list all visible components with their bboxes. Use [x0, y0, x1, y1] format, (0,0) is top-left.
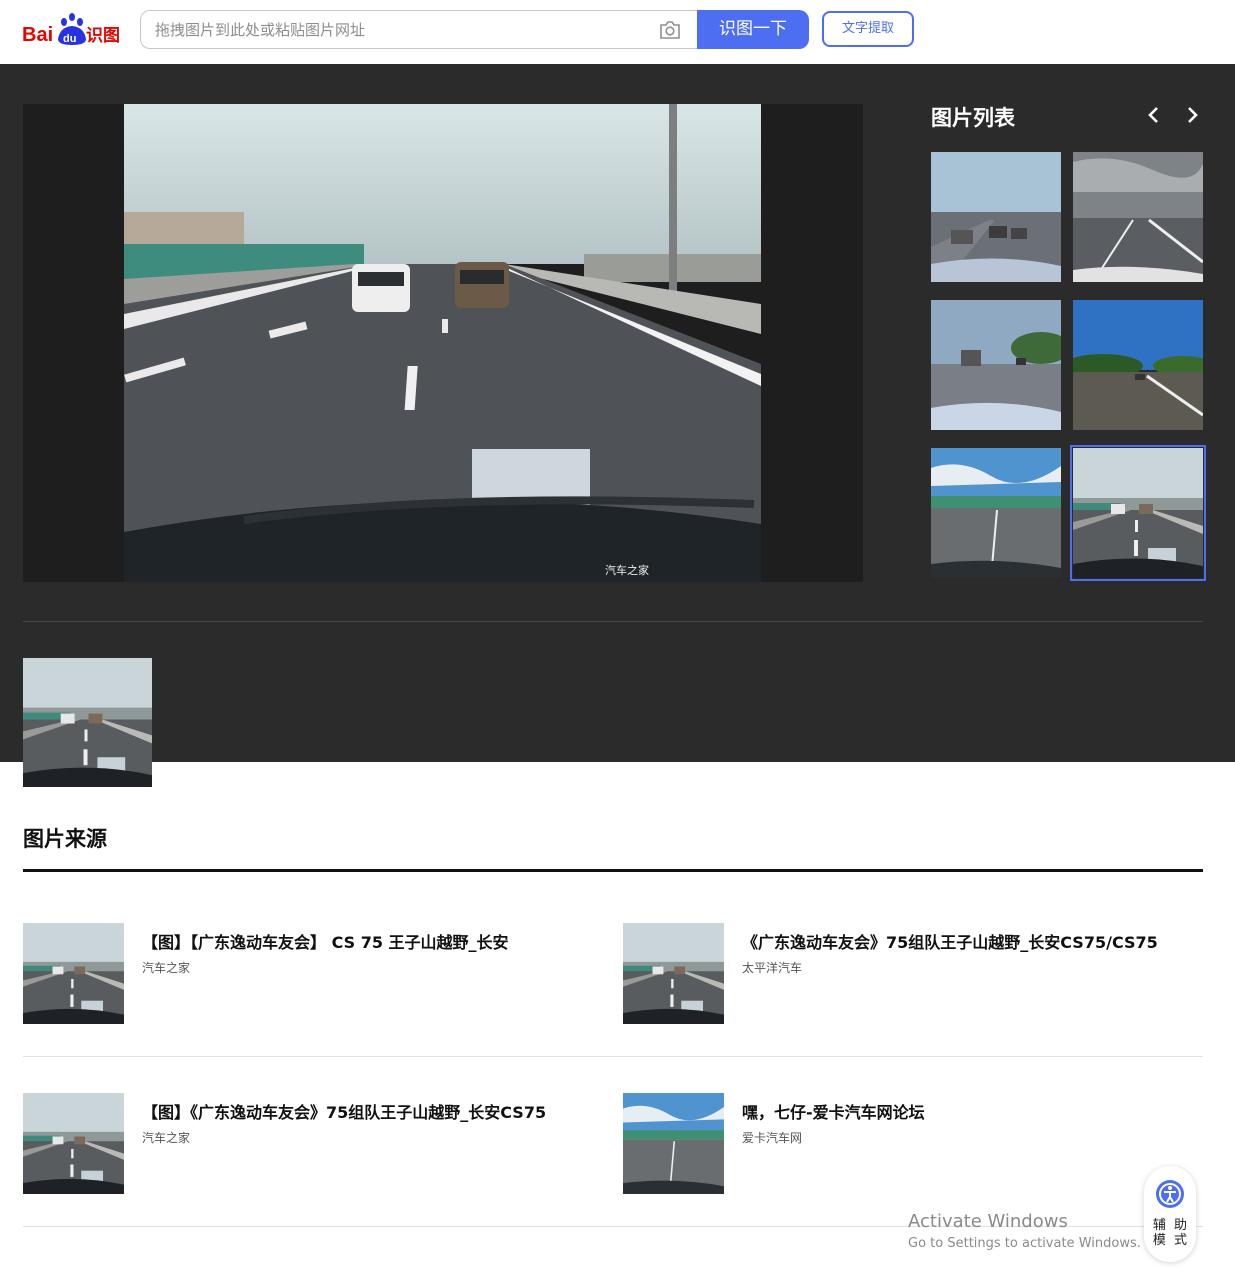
- source-title-link[interactable]: 【图】《广东逸动车友会》75组队王子山越野_长安CS75: [142, 1099, 546, 1123]
- source-thumbnail[interactable]: [23, 1093, 124, 1194]
- text-extract-button[interactable]: 文字提取: [822, 11, 914, 47]
- assist-mode-label: 辅 助 模 式: [1152, 1218, 1190, 1248]
- row-divider: [23, 1056, 1203, 1057]
- thumbnail-5[interactable]: [931, 448, 1061, 578]
- source-title-link[interactable]: 【图】【广东逸动车友会】 CS 75 王子山越野_长安: [142, 929, 509, 953]
- thumbnail-6-selected[interactable]: [1070, 445, 1206, 581]
- image-list-title: 图片列表: [931, 106, 1015, 130]
- svg-text:du: du: [63, 33, 76, 45]
- query-image-thumbnail[interactable]: [23, 658, 152, 787]
- source-thumbnail[interactable]: [623, 1093, 724, 1194]
- source-thumbnail[interactable]: [23, 923, 124, 1024]
- baidu-shitu-logo[interactable]: Bai du 识图: [22, 12, 122, 48]
- activate-line-1: Activate Windows: [908, 1211, 1068, 1232]
- source-title-link[interactable]: 《广东逸动车友会》75组队王子山越野_长安CS75/CS75: [742, 929, 1158, 953]
- source-thumbnail[interactable]: [623, 923, 724, 1024]
- source-card[interactable]: 嘿，七仔-爱卡汽车网论坛 爱卡汽车网: [623, 1093, 1203, 1203]
- source-title-rule: [23, 869, 1203, 872]
- thumbnail-4[interactable]: [1073, 300, 1203, 430]
- windows-activation-watermark: Activate Windows Go to Settings to activ…: [908, 1211, 1141, 1251]
- next-arrow-icon[interactable]: [1182, 104, 1202, 126]
- source-title-link[interactable]: 嘿，七仔-爱卡汽车网论坛: [742, 1099, 925, 1123]
- image-viewer-area: 汽车之家 图片列表: [0, 64, 1235, 762]
- main-image-frame: 汽车之家: [23, 104, 863, 582]
- viewer-divider: [23, 621, 1203, 622]
- source-card[interactable]: 《广东逸动车友会》75组队王子山越野_长安CS75/CS75 太平洋汽车: [623, 923, 1203, 1033]
- assist-mode-button[interactable]: 辅 助 模 式: [1144, 1166, 1196, 1262]
- source-card[interactable]: 【图】【广东逸动车友会】 CS 75 王子山越野_长安 汽车之家: [23, 923, 603, 1033]
- svg-text:识图: 识图: [86, 26, 120, 46]
- image-source-title: 图片来源: [23, 827, 107, 851]
- camera-icon[interactable]: [659, 20, 681, 40]
- search-box: [140, 10, 700, 49]
- svg-text:Bai: Bai: [22, 24, 53, 46]
- source-site: 汽车之家: [142, 961, 191, 975]
- thumbnail-3[interactable]: [931, 300, 1061, 430]
- accessibility-icon: [1154, 1178, 1186, 1210]
- thumbnail-1[interactable]: [931, 152, 1061, 282]
- source-site: 爱卡汽车网: [742, 1131, 803, 1145]
- source-card[interactable]: 【图】《广东逸动车友会》75组队王子山越野_长安CS75 汽车之家: [23, 1093, 603, 1203]
- activate-line-2: Go to Settings to activate Windows.: [908, 1236, 1141, 1251]
- source-site: 汽车之家: [142, 1131, 191, 1145]
- search-button[interactable]: 识图一下: [697, 10, 809, 49]
- source-site: 太平洋汽车: [742, 961, 803, 975]
- image-watermark: 汽车之家: [605, 564, 649, 577]
- thumbnail-2[interactable]: [1073, 152, 1203, 282]
- search-input[interactable]: [155, 19, 635, 41]
- header: Bai du 识图 识图一下 文字提取: [0, 0, 1235, 64]
- main-image[interactable]: 汽车之家: [124, 104, 761, 582]
- prev-arrow-icon[interactable]: [1144, 104, 1164, 126]
